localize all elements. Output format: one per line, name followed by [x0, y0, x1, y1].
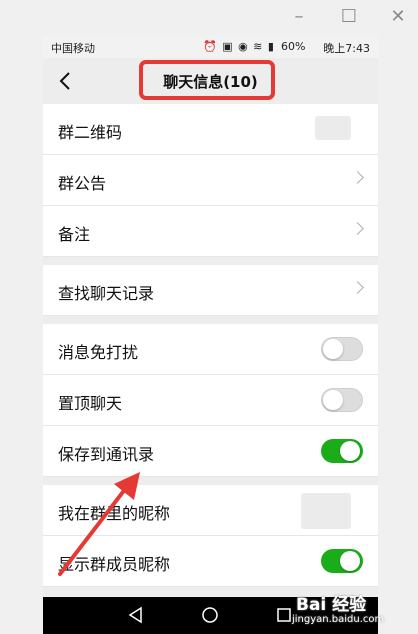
row-label: 消息免打扰 — [58, 343, 139, 362]
row-label: 查找聊天记录 — [58, 284, 155, 303]
chevron-right-icon — [351, 281, 364, 294]
save-contacts-toggle[interactable] — [321, 439, 363, 463]
row-label: 备注 — [58, 225, 91, 244]
show-nicknames-toggle[interactable] — [321, 549, 363, 573]
watermark-url: jingyan.baidu.com — [292, 614, 385, 625]
mute-toggle[interactable] — [321, 337, 363, 361]
status-icons: ⏰ ▣ ◉ ≋ ▮ — [203, 40, 275, 53]
watermark: Bai 经验 jingyan.baidu.com — [290, 590, 418, 634]
row-search-history[interactable]: 查找聊天记录 — [43, 265, 378, 316]
watermark-logo: Bai 经验 — [296, 595, 367, 615]
row-label: 群二维码 — [58, 123, 123, 142]
row-remark[interactable]: 备注 — [43, 206, 378, 257]
chevron-right-icon — [351, 171, 364, 184]
section-divider — [43, 316, 378, 324]
maximize-icon[interactable]: ☐ — [337, 6, 361, 28]
nav-bar: 聊天信息(10) — [43, 58, 378, 104]
carrier-label: 中国移动 — [51, 42, 95, 55]
toggle-knob — [340, 551, 360, 571]
section-divider — [43, 257, 378, 265]
home-circle-icon[interactable] — [201, 606, 219, 624]
window-titlebar: – ☐ ✕ — [0, 0, 418, 36]
toggle-knob — [323, 339, 343, 359]
sticky-toggle[interactable] — [321, 388, 363, 412]
row-qr-code[interactable]: 群二维码 — [43, 104, 378, 155]
back-triangle-icon[interactable] — [127, 606, 145, 624]
qr-thumbnail — [315, 116, 351, 140]
row-label: 群公告 — [58, 174, 107, 193]
toggle-knob — [323, 390, 343, 410]
row-announcement[interactable]: 群公告 — [43, 155, 378, 206]
minimize-icon[interactable]: – — [287, 6, 311, 28]
annotation-arrow-icon — [58, 472, 140, 576]
row-label: 保存到通讯录 — [58, 445, 155, 464]
battery-percent: 60% — [281, 40, 306, 53]
status-bar: 中国移动 ⏰ ▣ ◉ ≋ ▮ 60% 晚上7:43 — [43, 36, 378, 58]
title-highlight-box — [139, 60, 275, 100]
toggle-knob — [340, 441, 360, 461]
row-sticky[interactable]: 置顶聊天 — [43, 375, 378, 426]
chevron-right-icon — [351, 222, 364, 235]
row-label: 置顶聊天 — [58, 394, 123, 413]
close-icon[interactable]: ✕ — [386, 6, 410, 28]
clock: 晚上7:43 — [323, 42, 370, 55]
row-mute[interactable]: 消息免打扰 — [43, 324, 378, 375]
nickname-value — [301, 493, 351, 529]
